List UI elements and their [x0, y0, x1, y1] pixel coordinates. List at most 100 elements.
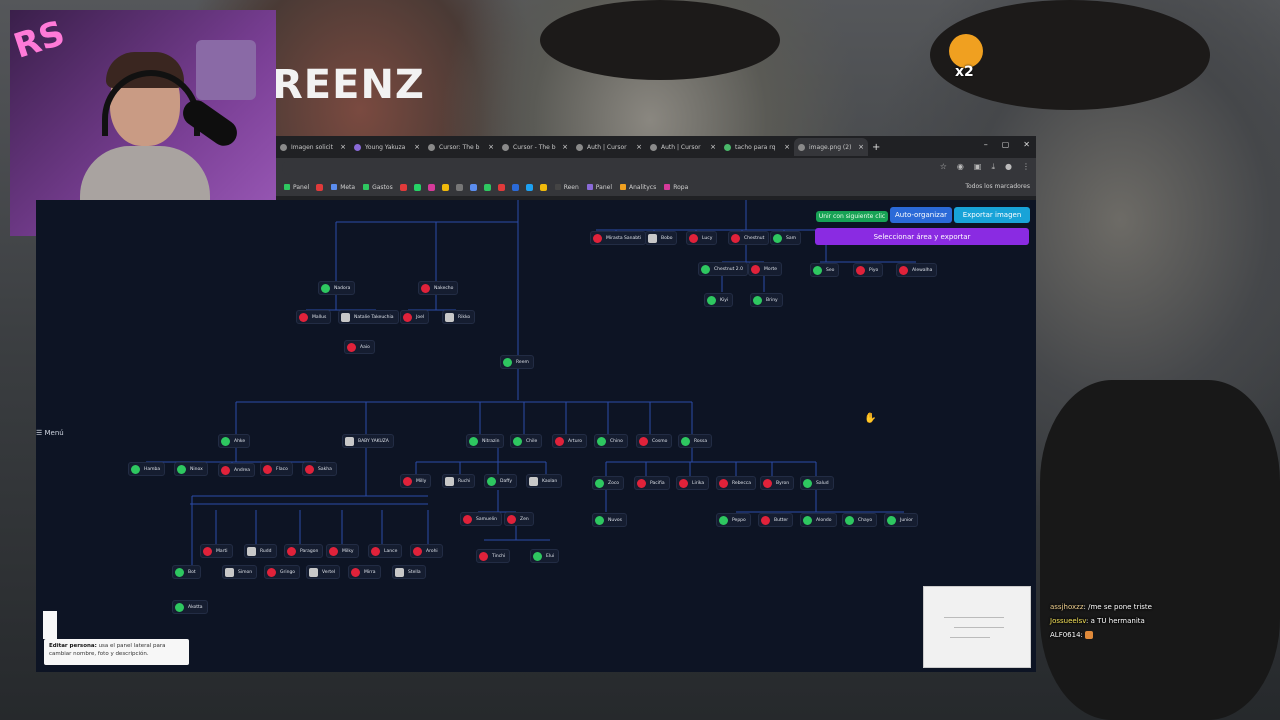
- person-node[interactable]: Flaco: [260, 462, 293, 476]
- bookmark[interactable]: Meta: [331, 184, 355, 191]
- person-node[interactable]: Bot: [172, 565, 201, 579]
- minimize-icon[interactable]: –: [984, 140, 988, 149]
- close-icon[interactable]: ×: [488, 143, 494, 151]
- menu-button[interactable]: ☰ Menú: [36, 429, 64, 437]
- download-icon[interactable]: ⤓: [991, 162, 995, 172]
- person-node[interactable]: Junior: [884, 513, 918, 527]
- person-node[interactable]: Arturo: [552, 434, 588, 448]
- person-node[interactable]: Stella: [392, 565, 426, 579]
- person-node[interactable]: Sakha: [302, 462, 337, 476]
- person-node[interactable]: Seo: [810, 263, 840, 277]
- browser-tab[interactable]: tacho para rq ×: [720, 138, 794, 156]
- close-icon[interactable]: ×: [636, 143, 642, 151]
- person-node[interactable]: Paragon: [284, 544, 324, 558]
- person-node[interactable]: Lucy: [686, 231, 718, 245]
- bookmark-icon[interactable]: [399, 183, 407, 191]
- bookmark[interactable]: Ropa: [664, 184, 688, 191]
- profile-icon[interactable]: ●: [1005, 162, 1012, 172]
- select-area-export-button[interactable]: Seleccionar área y exportar: [815, 228, 1029, 245]
- person-node[interactable]: Rebecca: [716, 476, 757, 490]
- bookmark-binance-icon[interactable]: [441, 183, 449, 191]
- person-node[interactable]: Samuelin: [460, 512, 502, 526]
- person-node[interactable]: Joel: [400, 310, 430, 324]
- bookmark-icon[interactable]: [497, 183, 505, 191]
- bookmark[interactable]: Reen: [554, 184, 579, 191]
- person-node[interactable]: Arohi: [410, 544, 443, 558]
- person-node[interactable]: Alondo: [800, 513, 837, 527]
- browser-tab[interactable]: Imagen solicit ×: [276, 138, 350, 156]
- person-node[interactable]: Butter: [758, 513, 794, 527]
- person-node[interactable]: Simon: [222, 565, 258, 579]
- extension-icon[interactable]: ◉: [957, 162, 964, 172]
- person-node[interactable]: Milly: [400, 474, 432, 488]
- bookmark-instagram-icon[interactable]: [427, 183, 435, 191]
- window-close-icon[interactable]: ✕: [1023, 140, 1030, 149]
- person-node[interactable]: Nitrazin: [466, 434, 505, 448]
- person-node[interactable]: Mirra: [348, 565, 381, 579]
- person-node[interactable]: Mallus: [296, 310, 332, 324]
- close-icon[interactable]: ×: [414, 143, 420, 151]
- browser-tab[interactable]: Auth | Cursor ×: [572, 138, 646, 156]
- person-node[interactable]: Lance: [368, 544, 403, 558]
- person-node[interactable]: Nakecho: [418, 281, 459, 295]
- person-node[interactable]: Rikko: [442, 310, 476, 324]
- person-node[interactable]: Aaio: [344, 340, 375, 354]
- browser-tab[interactable]: Young Yakuza ×: [350, 138, 424, 156]
- person-node[interactable]: Salud: [800, 476, 834, 490]
- bookmark-icon[interactable]: [511, 183, 519, 191]
- browser-tab[interactable]: Cursor: The b ×: [424, 138, 498, 156]
- person-node[interactable]: Piyo: [853, 263, 884, 277]
- bookmark-icon[interactable]: [483, 183, 491, 191]
- person-node[interactable]: Tinchi: [476, 549, 511, 563]
- person-node[interactable]: Mirasta Sanabti: [590, 231, 647, 245]
- person-node[interactable]: Hamba: [128, 462, 166, 476]
- close-icon[interactable]: ×: [784, 143, 790, 151]
- person-node[interactable]: Akotta: [172, 600, 208, 614]
- close-icon[interactable]: ×: [858, 143, 864, 151]
- person-node[interactable]: Sam: [770, 231, 801, 245]
- person-node[interactable]: Ninox: [174, 462, 208, 476]
- close-icon[interactable]: ×: [562, 143, 568, 151]
- person-node[interactable]: Chestnut: [728, 231, 770, 245]
- union-next-click-button[interactable]: Unir con siguiente clic: [816, 211, 888, 222]
- address-bar[interactable]: [282, 161, 842, 175]
- browser-tab[interactable]: Cursor - The b ×: [498, 138, 572, 156]
- person-node[interactable]: Gringo: [264, 565, 301, 579]
- bookmark[interactable]: Gastos: [363, 184, 393, 191]
- person-node[interactable]: Chestnut 2.0: [698, 262, 748, 276]
- kebab-menu-icon[interactable]: ⋮: [1022, 162, 1030, 172]
- close-icon[interactable]: ×: [710, 143, 716, 151]
- puzzle-icon[interactable]: ▣: [974, 162, 982, 172]
- person-node[interactable]: Daffy: [484, 474, 517, 488]
- person-node[interactable]: Briny: [750, 293, 783, 307]
- person-node[interactable]: Alewalha: [896, 263, 938, 277]
- person-node[interactable]: Kiyi: [704, 293, 734, 307]
- new-tab-icon[interactable]: +: [872, 142, 880, 153]
- person-node[interactable]: Morte: [748, 262, 783, 276]
- bookmark-youtube-icon[interactable]: [316, 183, 324, 191]
- person-node[interactable]: Rossa: [678, 434, 713, 448]
- person-node[interactable]: Cosmo: [636, 434, 673, 448]
- person-node[interactable]: Nadora: [318, 281, 356, 295]
- person-node[interactable]: Andrea: [218, 463, 256, 477]
- minimap[interactable]: [923, 586, 1031, 668]
- person-node[interactable]: Chile: [510, 434, 543, 448]
- person-node[interactable]: Ahke: [218, 434, 251, 448]
- bookmark-whatsapp-icon[interactable]: [413, 183, 421, 191]
- close-icon[interactable]: ×: [340, 143, 346, 151]
- auto-organize-button[interactable]: Auto-organizar: [890, 207, 952, 223]
- person-node[interactable]: Zen: [504, 512, 534, 526]
- star-icon[interactable]: ☆: [940, 162, 947, 172]
- person-node[interactable]: Chayo: [842, 513, 878, 527]
- person-node[interactable]: Ruchi: [442, 474, 476, 488]
- bookmark[interactable]: Panel: [284, 184, 309, 191]
- person-node[interactable]: Vertel: [306, 565, 341, 579]
- bookmark-icon[interactable]: [455, 183, 463, 191]
- person-node[interactable]: Lirika: [676, 476, 710, 490]
- person-node[interactable]: Nuvos: [592, 513, 627, 527]
- person-node-root[interactable]: Reem: [500, 355, 534, 369]
- all-bookmarks-folder[interactable]: Todos los marcadores: [965, 183, 1030, 190]
- bookmark-icon[interactable]: [469, 183, 477, 191]
- bookmark[interactable]: Panel: [586, 184, 612, 191]
- person-node[interactable]: Natalie Takeuchia: [338, 310, 399, 324]
